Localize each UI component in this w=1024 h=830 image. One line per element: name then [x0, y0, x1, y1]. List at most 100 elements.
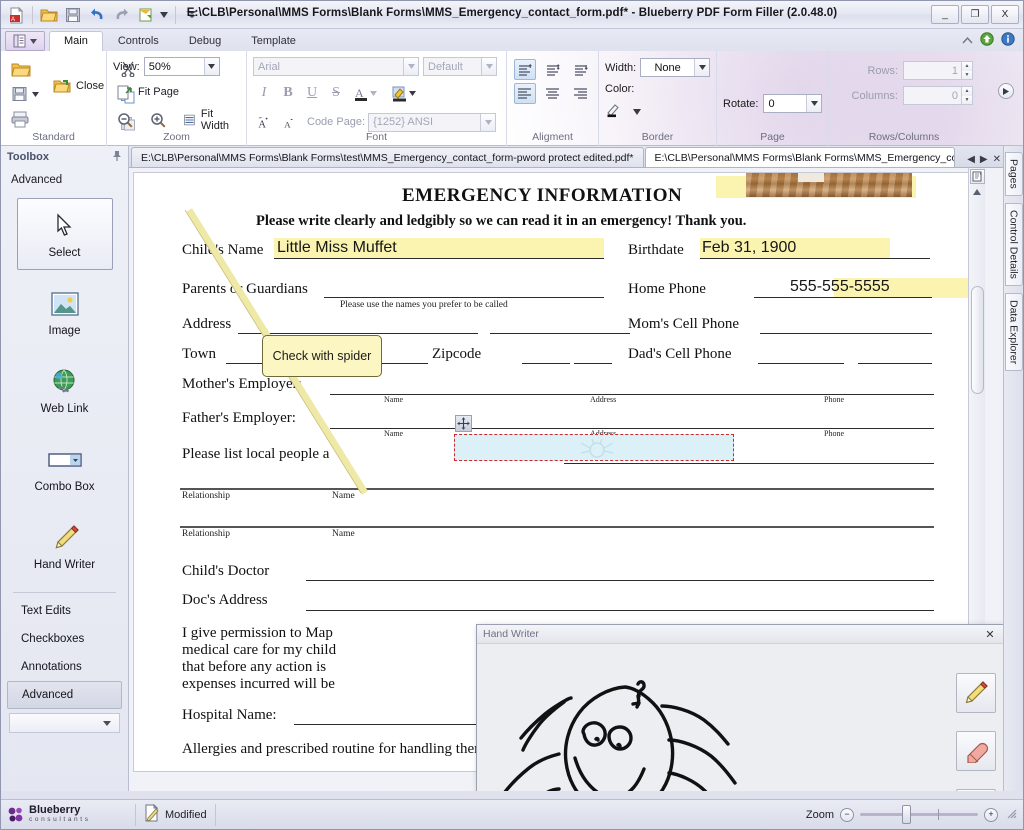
font-color-button[interactable]: A: [349, 81, 381, 105]
tab-prev-icon[interactable]: ◀: [967, 154, 975, 165]
border-width-select[interactable]: None: [640, 58, 710, 77]
status-separator-2: [214, 803, 216, 826]
codepage-value: {1252} ANSI: [373, 116, 434, 128]
align-top-button[interactable]: [513, 59, 536, 80]
rows-stepper[interactable]: 1 ▲ ▼: [903, 61, 973, 80]
toolbox-more-button[interactable]: [9, 713, 120, 733]
minimize-button[interactable]: _: [931, 5, 959, 24]
align-middle-button[interactable]: [542, 59, 564, 80]
sticky-note-callout[interactable]: Check with spider: [262, 335, 382, 377]
pencil-tool[interactable]: [956, 673, 996, 713]
tab-controls[interactable]: Controls: [103, 31, 174, 51]
collapse-ribbon-icon[interactable]: [962, 35, 973, 47]
close-button[interactable]: X: [991, 5, 1019, 24]
align-center-button[interactable]: [542, 83, 564, 104]
tool-hand-writer-label: Hand Writer: [33, 559, 96, 571]
info-icon[interactable]: [1001, 32, 1015, 49]
rotate-select[interactable]: 0: [763, 94, 822, 113]
ribbon-overflow-button[interactable]: [993, 55, 1019, 127]
font-family-select[interactable]: Arial: [253, 57, 419, 76]
title-bar: A E:\CLB\Personal\MMS Forms\Blank Forms\…: [1, 1, 1023, 29]
hand-writer-dialog[interactable]: Hand Writer ✕: [476, 624, 1003, 791]
hand-writer-drawing-canvas[interactable]: [479, 646, 939, 791]
chevron-down-icon[interactable]: [481, 58, 496, 75]
eraser-tool[interactable]: [956, 731, 996, 771]
border-color-swatch-button[interactable]: [605, 101, 623, 122]
group-label-border: Border: [641, 131, 674, 143]
pin-icon[interactable]: [112, 150, 122, 165]
border-width-value: None: [654, 61, 681, 74]
zoom-in-button[interactable]: [146, 108, 171, 132]
tab-close-icon[interactable]: ✕: [993, 154, 1001, 165]
ribbon-group-font: Arial Default I B U S A A A Code Page: {…: [247, 51, 507, 146]
align-left-button[interactable]: [513, 83, 536, 104]
zoom-slider-thumb[interactable]: [902, 805, 911, 824]
toolbox-category-text-edits[interactable]: Text Edits: [7, 597, 122, 625]
strikethrough-button[interactable]: S: [325, 81, 347, 105]
print-button[interactable]: [7, 107, 43, 131]
font-size-select[interactable]: Default: [423, 57, 497, 76]
tool-web-link[interactable]: Web Link: [17, 354, 113, 426]
clear-tool[interactable]: [956, 789, 996, 791]
underline-button[interactable]: U: [301, 81, 323, 105]
tab-next-icon[interactable]: ▶: [980, 154, 988, 165]
maximize-button[interactable]: ❐: [961, 5, 989, 24]
highlight-color-button[interactable]: [387, 81, 420, 105]
align-bottom-button[interactable]: [570, 59, 592, 80]
tool-hand-writer[interactable]: Hand Writer: [17, 510, 113, 582]
italic-button[interactable]: I: [253, 81, 275, 105]
update-icon[interactable]: [980, 32, 994, 49]
document-canvas[interactable]: EMERGENCY INFORMATION Please write clear…: [129, 168, 1003, 791]
chevron-down-icon[interactable]: [203, 58, 219, 75]
columns-spinner[interactable]: ▲ ▼: [961, 87, 972, 104]
chevron-down-icon[interactable]: [480, 113, 496, 131]
dock-tab-pages[interactable]: Pages: [1004, 152, 1023, 196]
pencil-icon: [965, 681, 988, 704]
hand-writer-close-button[interactable]: ✕: [983, 628, 997, 641]
ribbon-tab-bar: Main Controls Debug Template: [1, 29, 1023, 51]
toolbox-category-advanced[interactable]: Advanced: [7, 681, 122, 709]
hand-writer-title-bar[interactable]: Hand Writer ✕: [477, 625, 1003, 644]
toolbox-category-annotations[interactable]: Annotations: [7, 653, 122, 681]
bold-button[interactable]: B: [277, 81, 299, 105]
tool-image[interactable]: Image: [17, 276, 113, 348]
zoom-out-button-status[interactable]: −: [840, 807, 854, 822]
rows-spinner[interactable]: ▲ ▼: [961, 62, 972, 79]
align-right-button[interactable]: [570, 83, 592, 104]
hand-writer-title: Hand Writer: [483, 628, 539, 640]
chevron-down-icon[interactable]: [403, 58, 418, 75]
cursor-arrow-icon: [55, 209, 75, 243]
close-button-ribbon[interactable]: Close: [49, 74, 108, 98]
resize-grip-icon[interactable]: [1006, 808, 1017, 822]
tool-select[interactable]: Select: [16, 198, 113, 270]
fit-width-button[interactable]: Fit Width: [179, 108, 240, 132]
field-move-handle[interactable]: [455, 415, 472, 432]
dock-tab-control-details[interactable]: Control Details: [1004, 202, 1023, 286]
fit-page-button[interactable]: Fit Page: [113, 80, 240, 104]
zoom-slider[interactable]: [860, 805, 978, 824]
chevron-down-icon[interactable]: [694, 59, 709, 76]
tab-main[interactable]: Main: [49, 31, 103, 51]
application-menu-button[interactable]: [5, 31, 45, 51]
chevron-down-icon[interactable]: [806, 95, 821, 112]
border-color-label: Color:: [605, 83, 635, 95]
columns-stepper[interactable]: 0 ▲ ▼: [903, 86, 973, 105]
open-button[interactable]: [7, 57, 43, 81]
tab-debug[interactable]: Debug: [174, 31, 236, 51]
view-zoom-select[interactable]: 50%: [143, 57, 220, 76]
document-tab-1[interactable]: E:\CLB\Personal\MMS Forms\Blank Forms\te…: [131, 147, 644, 167]
save-button[interactable]: [7, 82, 43, 106]
codepage-select[interactable]: {1252} ANSI: [368, 112, 497, 132]
tab-template[interactable]: Template: [236, 31, 311, 51]
blueberry-logo-icon: [8, 807, 23, 821]
dock-tab-data-explorer[interactable]: Data Explorer: [1004, 292, 1023, 371]
border-color-dropdown-icon[interactable]: [633, 106, 641, 118]
fit-width-label: Fit Width: [200, 108, 230, 132]
zoom-out-button[interactable]: [113, 108, 138, 132]
tool-combo-box[interactable]: Combo Box: [17, 432, 113, 504]
rotate-label: Rotate:: [723, 97, 759, 110]
svg-text:A: A: [355, 86, 364, 100]
document-tab-2[interactable]: E:\CLB\Personal\MMS Forms\Blank Forms\MM…: [644, 147, 955, 167]
zoom-in-button-status[interactable]: +: [984, 807, 998, 822]
toolbox-category-checkboxes[interactable]: Checkboxes: [7, 625, 122, 653]
